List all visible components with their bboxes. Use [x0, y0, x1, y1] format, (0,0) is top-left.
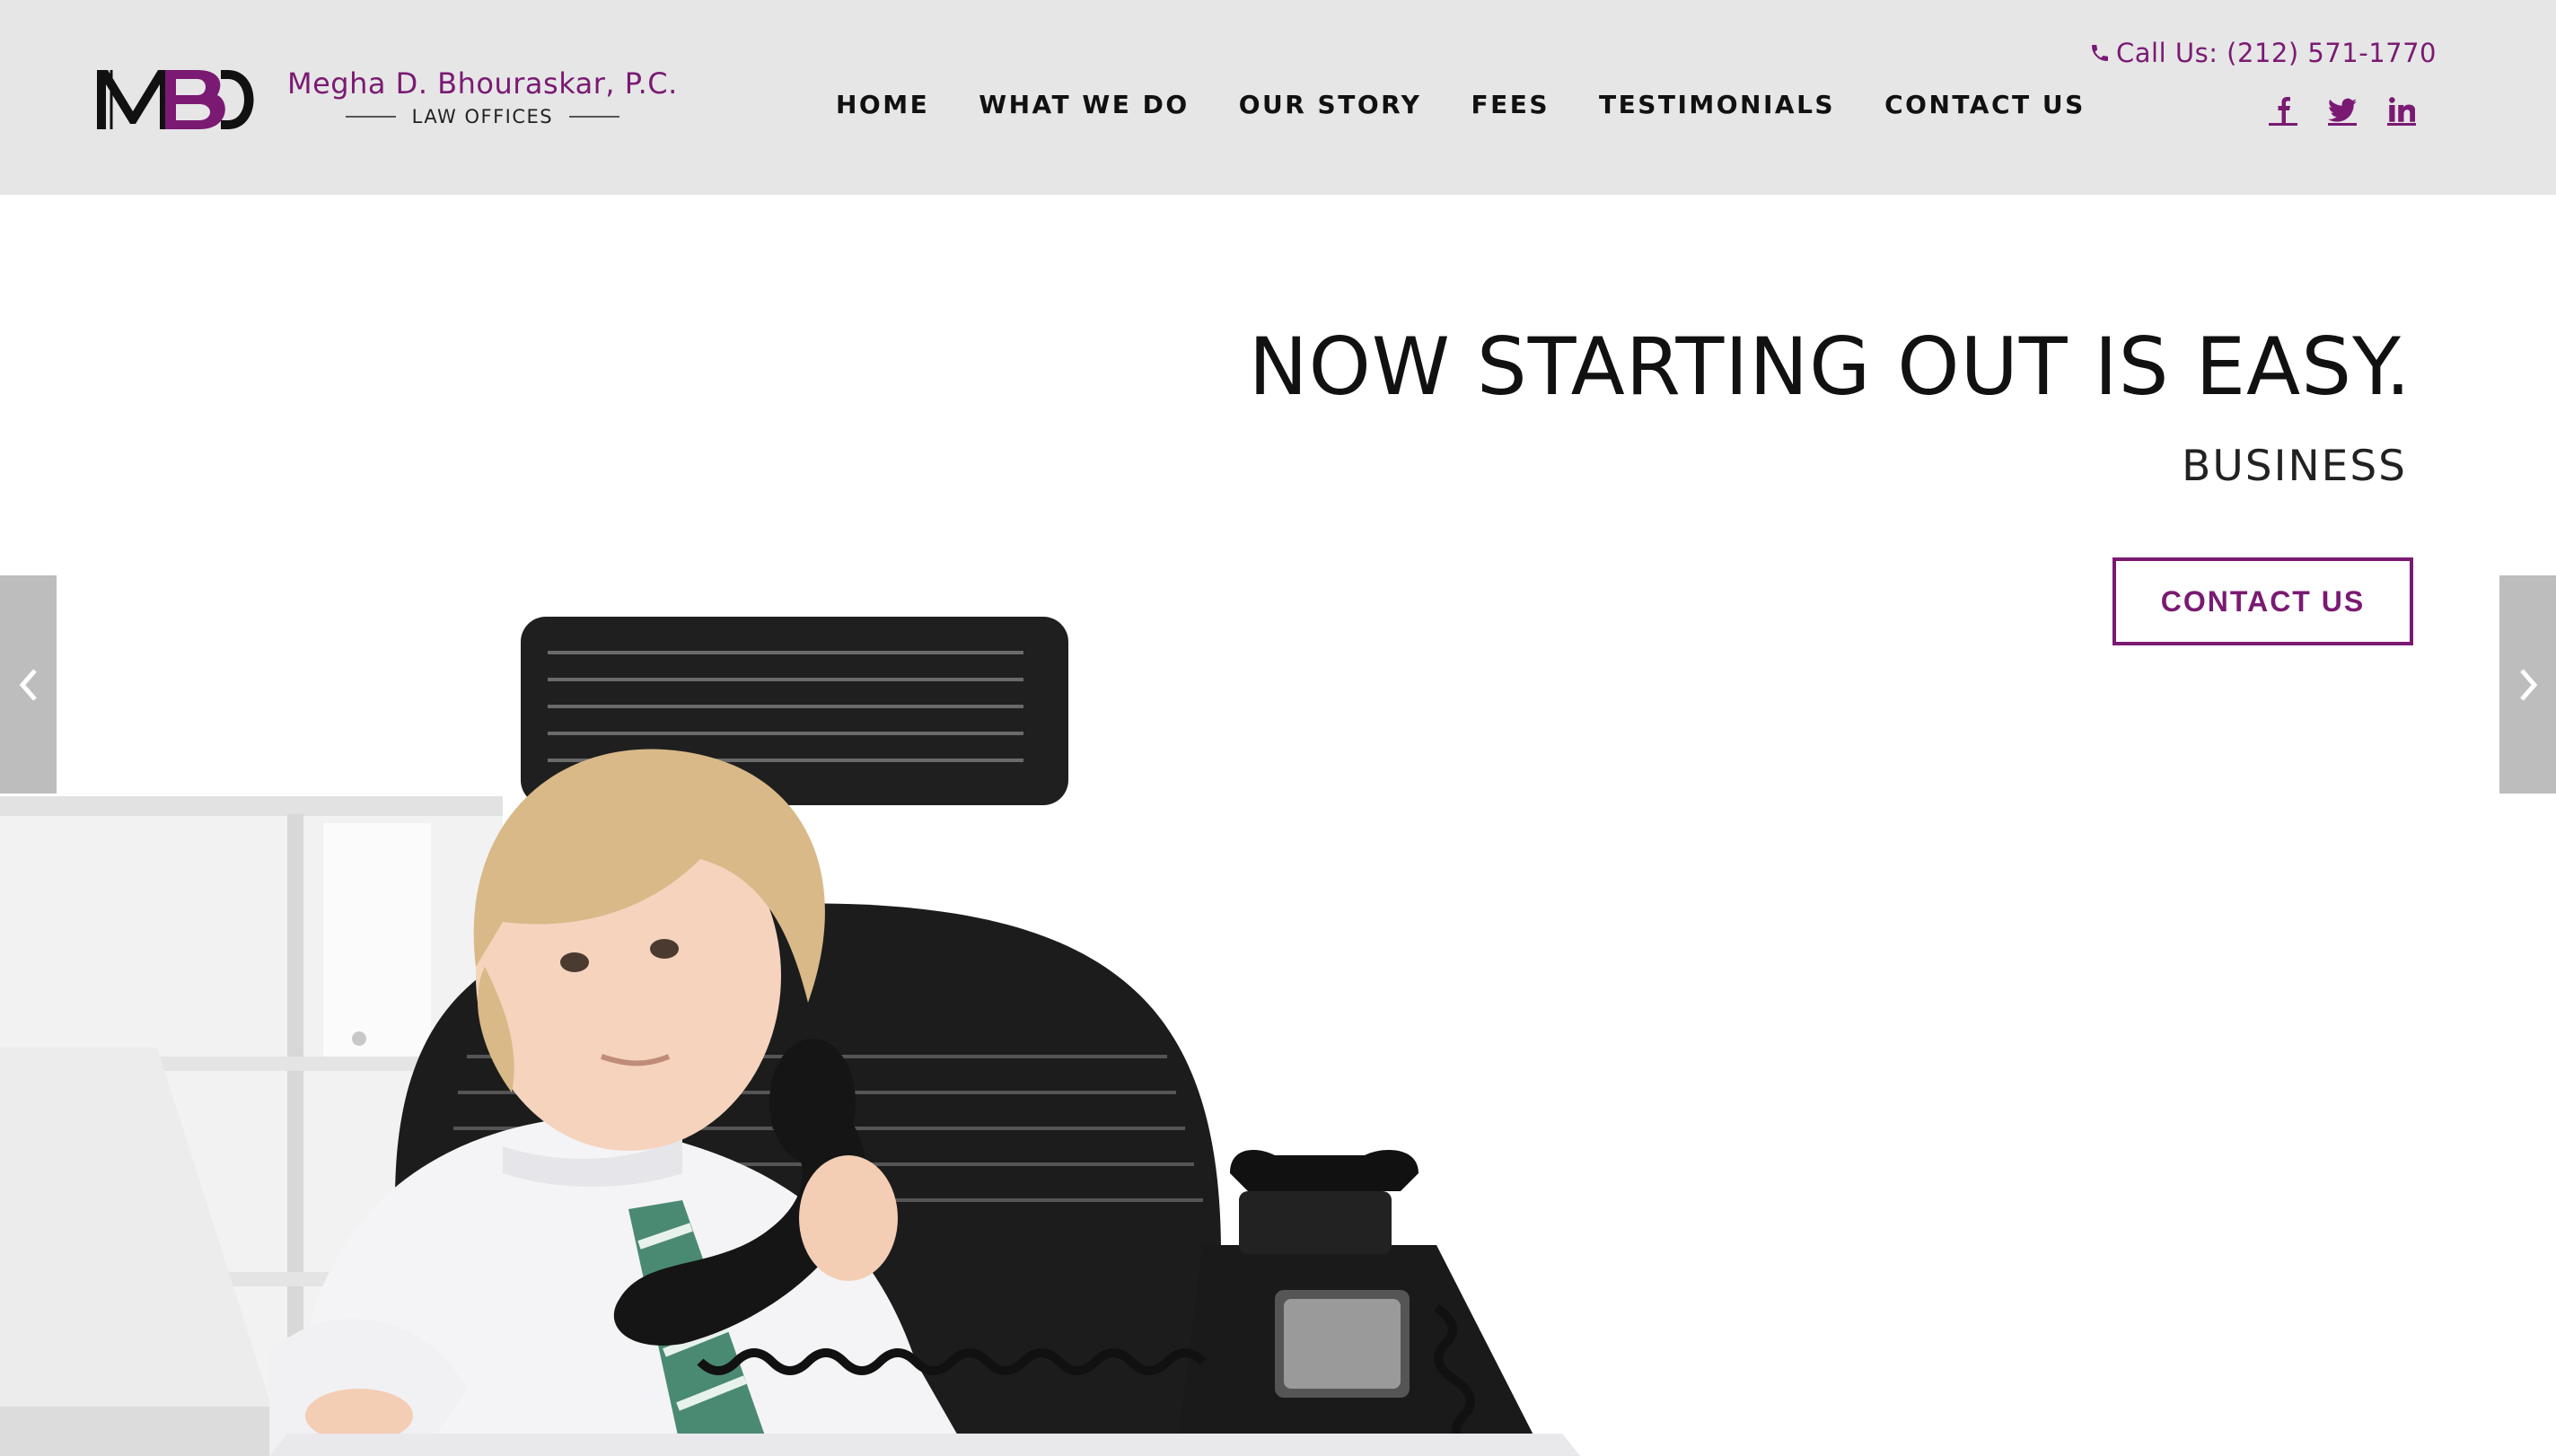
social-links — [2269, 90, 2416, 126]
twitter-icon[interactable] — [2328, 90, 2357, 126]
site-header: Megha D. Bhouraskar, P.C. LAW OFFICES HO… — [0, 0, 2556, 195]
firm-subtitle-label: LAW OFFICES — [411, 106, 554, 127]
slider-next-button[interactable] — [2499, 575, 2556, 794]
nav-testimonials[interactable]: TESTIMONIALS — [1599, 90, 1835, 119]
nav-home[interactable]: HOME — [836, 90, 929, 119]
nav-our-story[interactable]: OUR STORY — [1239, 90, 1422, 119]
logo-monogram — [97, 70, 254, 129]
phone-icon — [2092, 45, 2108, 61]
hero-contact-us-button[interactable]: CONTACT US — [2112, 557, 2413, 645]
nav-contact-us[interactable]: CONTACT US — [1884, 90, 2086, 119]
main-nav: HOME WHAT WE DO OUR STORY FEES TESTIMONI… — [836, 90, 2086, 119]
page: Megha D. Bhouraskar, P.C. LAW OFFICES HO… — [0, 0, 2556, 1456]
linkedin-icon[interactable] — [2387, 90, 2416, 126]
firm-name: Megha D. Bhouraskar, P.C. — [287, 66, 678, 101]
hero-subheading: BUSINESS — [2182, 442, 2407, 491]
subtitle-rule-left — [345, 116, 396, 118]
facebook-icon[interactable] — [2269, 90, 2297, 126]
chevron-right-icon — [2519, 668, 2537, 701]
chevron-left-icon — [19, 668, 37, 701]
call-us-label: Call Us: (212) 571-1770 — [2116, 38, 2437, 68]
nav-fees[interactable]: FEES — [1471, 90, 1550, 119]
subtitle-rule-right — [569, 116, 620, 118]
nav-what-we-do[interactable]: WHAT WE DO — [979, 90, 1189, 119]
hero-slider: NOW STARTING OUT IS EASY. BUSINESS CONTA… — [0, 195, 2556, 1456]
slider-prev-button[interactable] — [0, 575, 57, 794]
logo[interactable]: Megha D. Bhouraskar, P.C. LAW OFFICES — [93, 65, 678, 133]
hero-headline: NOW STARTING OUT IS EASY. — [1248, 320, 2411, 413]
call-us-link[interactable]: Call Us: (212) 571-1770 — [2089, 38, 2437, 68]
firm-subtitle: LAW OFFICES — [287, 106, 678, 127]
